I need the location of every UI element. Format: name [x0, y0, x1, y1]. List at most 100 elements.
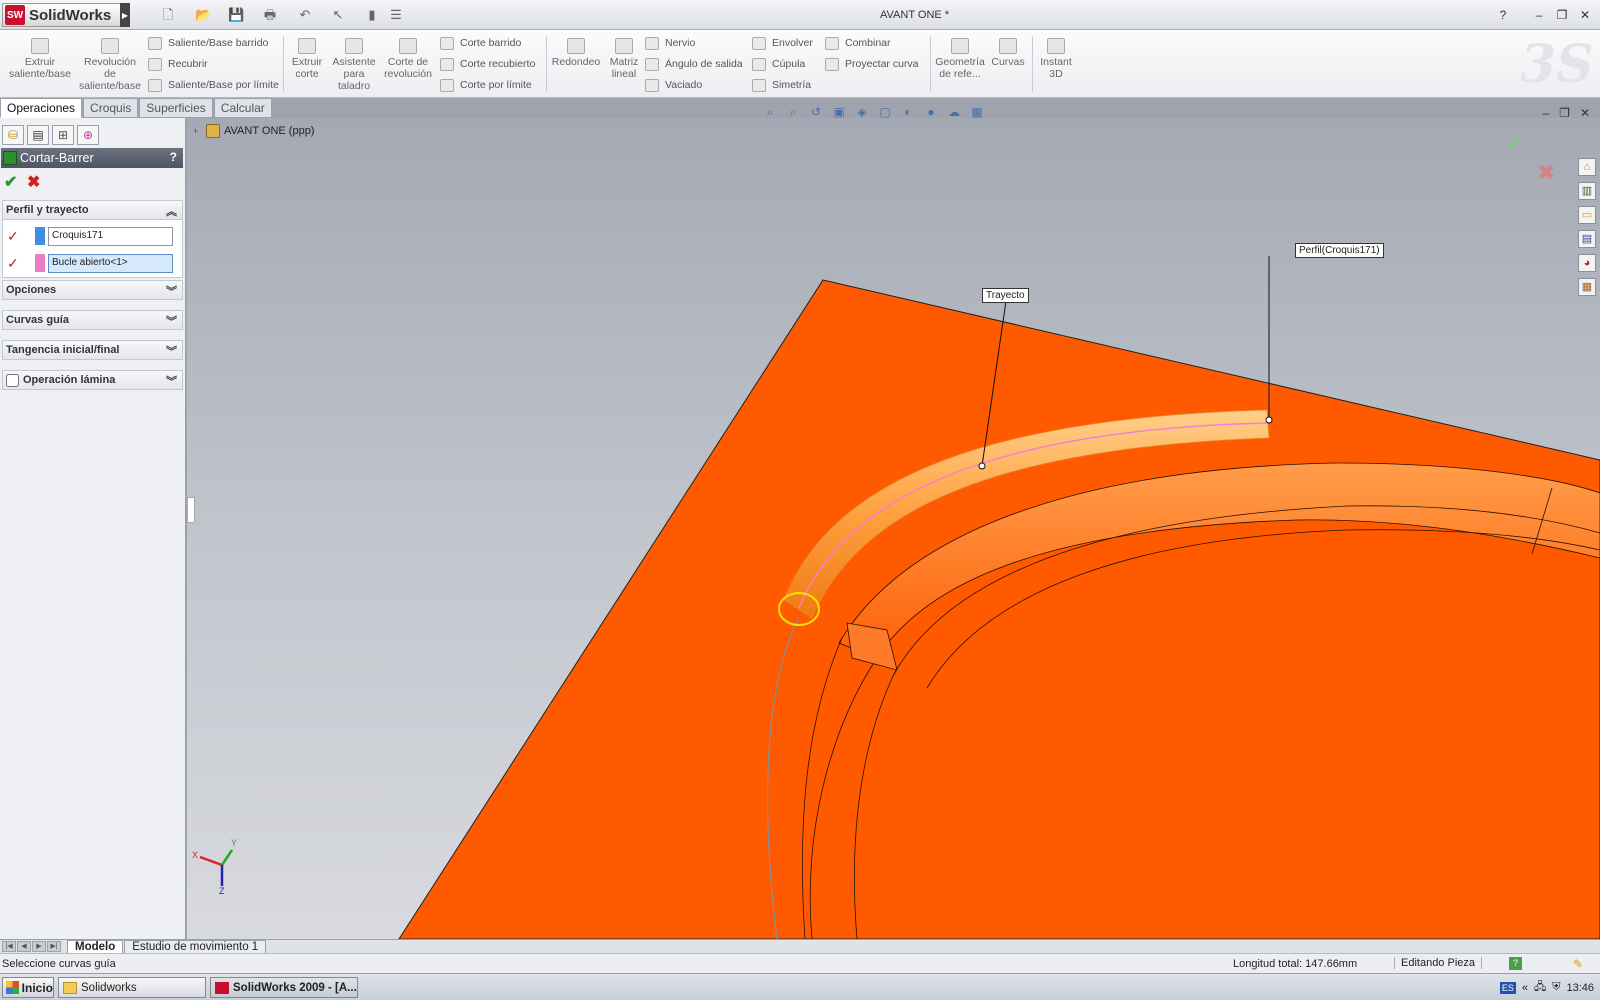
- boundary-cut-button[interactable]: Corte por límite: [440, 77, 532, 93]
- view-settings-icon[interactable]: ▦: [969, 104, 985, 120]
- confirmation-corner-cancel[interactable]: ✖: [1537, 160, 1555, 186]
- dome-button[interactable]: Cúpula: [752, 56, 805, 72]
- extrude-boss-button[interactable]: Extruir saliente/base: [6, 38, 74, 80]
- solidworks-menu-button[interactable]: SW SolidWorks: [2, 3, 126, 27]
- dimxpert-tab-icon[interactable]: ⊕: [77, 125, 99, 145]
- expand-icon[interactable]: ︾: [166, 283, 177, 299]
- tab-calcular[interactable]: Calcular: [213, 98, 272, 118]
- ok-button[interactable]: ✔: [4, 172, 17, 192]
- display-style-icon[interactable]: ▢: [877, 104, 893, 120]
- custom-properties-icon[interactable]: ▦: [1578, 278, 1596, 296]
- print-icon[interactable]: 🖶: [262, 7, 278, 23]
- mirror-button[interactable]: Simetría: [752, 77, 811, 93]
- loft-button[interactable]: Recubrir: [148, 56, 208, 72]
- part-plate[interactable]: [398, 279, 1600, 939]
- next-tab-icon[interactable]: ▶: [32, 941, 46, 952]
- expand-icon[interactable]: ︾: [166, 313, 177, 329]
- save-icon[interactable]: 💾: [228, 7, 244, 23]
- combine-button[interactable]: Combinar: [825, 35, 891, 51]
- callout-path[interactable]: Trayecto: [982, 288, 1029, 303]
- revolve-boss-button[interactable]: Revolución de saliente/base: [78, 38, 142, 92]
- apply-scene-icon[interactable]: ☁: [946, 104, 962, 120]
- fillet-button[interactable]: Redondeo: [550, 38, 602, 68]
- draft-button[interactable]: Ángulo de salida: [645, 56, 743, 72]
- expand-icon[interactable]: ︾: [166, 373, 177, 389]
- options-icon[interactable]: ☰: [388, 7, 404, 23]
- group-thin-feature[interactable]: Operación lámina ︾: [2, 370, 183, 390]
- boundary-boss-button[interactable]: Saliente/Base por límite: [148, 77, 279, 93]
- language-indicator[interactable]: ES: [1499, 981, 1516, 994]
- reference-geometry-button[interactable]: Geometría de refe...: [934, 38, 986, 80]
- collapse-icon[interactable]: ︽: [166, 203, 177, 219]
- curves-button[interactable]: Curvas: [988, 38, 1028, 68]
- project-curve-button[interactable]: Proyectar curva: [825, 56, 919, 72]
- wrap-button[interactable]: Envolver: [752, 35, 813, 51]
- previous-view-icon[interactable]: ↺: [808, 104, 824, 120]
- hide-show-items-icon[interactable]: ◐: [900, 104, 916, 120]
- view-palette-icon[interactable]: ▤: [1578, 230, 1596, 248]
- undo-icon[interactable]: ↶: [297, 7, 313, 23]
- close-button[interactable]: ✕: [1577, 7, 1593, 23]
- group-profile-path[interactable]: Perfil y trayecto ︽: [2, 200, 183, 220]
- loft-cut-button[interactable]: Corte recubierto: [440, 56, 535, 72]
- rib-button[interactable]: Nervio: [645, 35, 695, 51]
- tray-expand-icon[interactable]: «: [1522, 982, 1528, 994]
- help-icon[interactable]: ?: [1495, 7, 1511, 23]
- viewport-minimize-button[interactable]: –: [1542, 106, 1549, 120]
- file-explorer-icon[interactable]: ▭: [1578, 206, 1596, 224]
- expand-icon[interactable]: +: [193, 126, 202, 136]
- new-document-icon[interactable]: 🗋: [160, 7, 176, 23]
- configuration-manager-tab-icon[interactable]: ⊞: [52, 125, 74, 145]
- cancel-button[interactable]: ✖: [27, 172, 40, 192]
- minimize-button[interactable]: –: [1531, 7, 1547, 23]
- panel-splitter-handle[interactable]: [187, 497, 195, 523]
- menu-expand-arrow-icon[interactable]: ▶: [120, 3, 130, 27]
- extrude-cut-button[interactable]: Extruir corte: [287, 38, 327, 80]
- network-icon[interactable]: 🖧: [1534, 978, 1546, 997]
- rebuild-icon[interactable]: ▮: [364, 7, 380, 23]
- tab-croquis[interactable]: Croquis: [83, 98, 139, 118]
- tab-motion-study[interactable]: Estudio de movimiento 1: [124, 939, 267, 954]
- shell-button[interactable]: Vaciado: [645, 77, 702, 93]
- viewport-restore-button[interactable]: ❐: [1559, 106, 1570, 120]
- linear-pattern-button[interactable]: Matriz lineal: [604, 38, 644, 80]
- quick-tips-icon[interactable]: ?: [1509, 957, 1522, 970]
- section-view-icon[interactable]: ▣: [831, 104, 847, 120]
- feature-tree-root[interactable]: + AVANT ONE (ppp): [193, 124, 314, 138]
- open-folder-icon[interactable]: 📂: [195, 7, 211, 23]
- start-button[interactable]: Inicio: [2, 977, 54, 998]
- expand-icon[interactable]: ︾: [166, 343, 177, 359]
- tab-superficies[interactable]: Superficies: [139, 98, 213, 118]
- confirmation-corner-ok[interactable]: ✔: [1505, 131, 1523, 157]
- taskbar-item-solidworks-app[interactable]: SolidWorks 2009 - [A...: [210, 977, 358, 998]
- path-selection-box[interactable]: Bucle abierto<1>: [48, 253, 173, 273]
- zoom-to-area-icon[interactable]: ⌕: [785, 104, 801, 120]
- model-canvas[interactable]: [187, 118, 1600, 939]
- profile-selection-box[interactable]: Croquis171: [48, 226, 173, 246]
- view-orientation-icon[interactable]: ◈: [854, 104, 870, 120]
- callout-profile[interactable]: Perfil(Croquis171): [1295, 243, 1384, 258]
- feature-tree-tab-icon[interactable]: ⛁: [2, 125, 24, 145]
- group-tangency[interactable]: Tangencia inicial/final ︾: [2, 340, 183, 360]
- property-manager-tab-icon[interactable]: ▤: [27, 125, 49, 145]
- revolve-cut-button[interactable]: Corte de revolución: [382, 38, 434, 80]
- last-tab-icon[interactable]: ▶|: [47, 941, 61, 952]
- help-button[interactable]: ?: [170, 150, 177, 164]
- design-library-icon[interactable]: ▥: [1578, 182, 1596, 200]
- restore-button[interactable]: ❐: [1554, 7, 1570, 23]
- sweep-cut-button[interactable]: Corte barrido: [440, 35, 521, 51]
- taskbar-item-solidworks-folder[interactable]: Solidworks: [58, 977, 206, 998]
- zoom-to-fit-icon[interactable]: ⌕: [762, 104, 778, 120]
- group-options[interactable]: Opciones ︾: [2, 280, 183, 300]
- solidworks-resources-icon[interactable]: ⌂: [1578, 158, 1596, 176]
- tab-model[interactable]: Modelo: [67, 939, 124, 954]
- tab-operaciones[interactable]: Operaciones: [0, 98, 83, 118]
- hole-wizard-button[interactable]: Asistente para taladro: [329, 38, 379, 92]
- security-shield-icon[interactable]: ⛨: [1552, 981, 1560, 994]
- rebuild-status-icon[interactable]: ✎: [1573, 957, 1587, 971]
- first-tab-icon[interactable]: |◀: [2, 941, 16, 952]
- edit-appearance-icon[interactable]: ●: [923, 104, 939, 120]
- group-guide-curves[interactable]: Curvas guía ︾: [2, 310, 183, 330]
- thin-feature-checkbox[interactable]: [6, 373, 19, 387]
- select-cursor-icon[interactable]: ↖: [330, 7, 346, 23]
